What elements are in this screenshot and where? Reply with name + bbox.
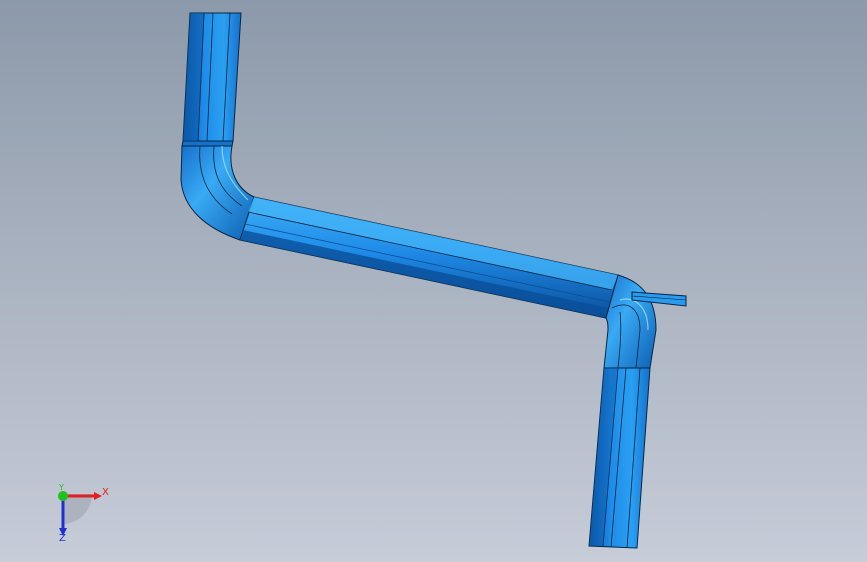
z-axis-label: Z <box>59 533 66 544</box>
x-axis-label: X <box>102 487 109 498</box>
3d-model[interactable] <box>0 0 867 562</box>
orientation-triad[interactable]: X Y Z <box>44 478 124 548</box>
lower-vertical-segment[interactable] <box>588 367 651 549</box>
y-axis-label: Y <box>59 483 64 492</box>
upper-bend[interactable] <box>180 145 255 241</box>
graphics-viewport[interactable]: X Y Z <box>0 0 867 562</box>
diagonal-segment[interactable] <box>239 196 619 319</box>
upper-vertical-segment[interactable] <box>181 12 242 147</box>
triad-graphic <box>58 491 102 536</box>
